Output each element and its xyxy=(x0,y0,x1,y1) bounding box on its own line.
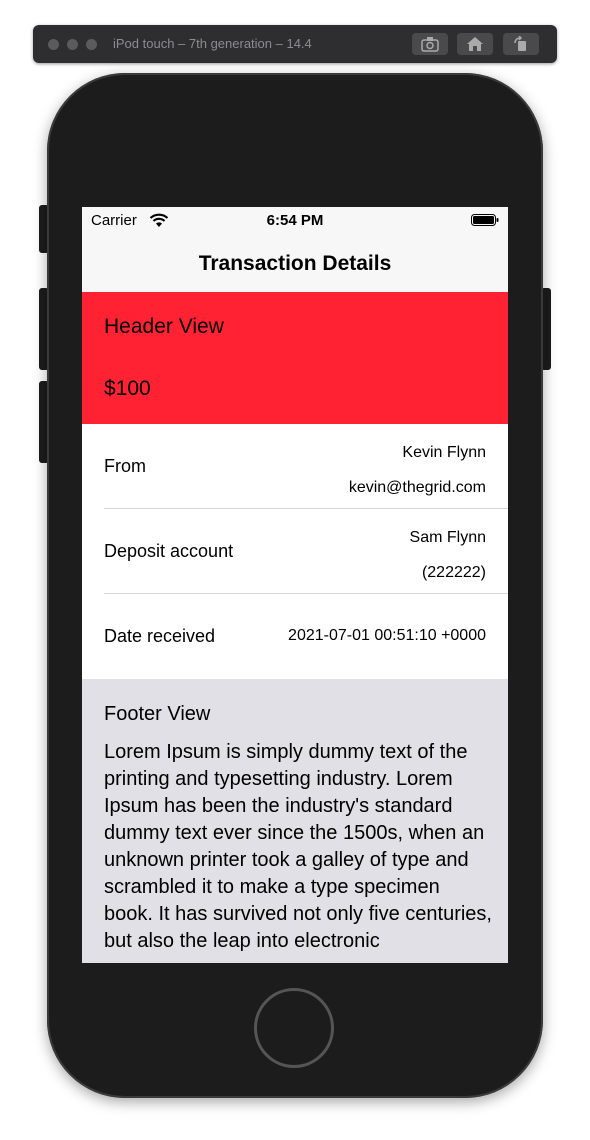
footer-body-text: Lorem Ipsum is simply dummy text of the … xyxy=(104,741,492,952)
header-view: Header View $100 xyxy=(82,292,508,424)
navigation-bar: Transaction Details xyxy=(82,235,508,292)
status-bar: Carrier 6:54 PM xyxy=(82,207,508,235)
row-label: From xyxy=(104,456,146,476)
row-value-name: Kevin Flynn xyxy=(402,444,486,461)
camera-icon xyxy=(421,37,439,52)
row-value-date: 2021-07-01 00:51:10 +0000 xyxy=(288,627,486,644)
footer-view: Footer View Lorem Ipsum is simply dummy … xyxy=(82,679,508,963)
row-label: Deposit account xyxy=(104,541,234,561)
row-from[interactable]: From Kevin Flynn kevin@thegrid.com xyxy=(82,424,508,509)
simulator-title: iPod touch – 7th generation – 14.4 xyxy=(113,36,312,51)
zoom-window-button[interactable] xyxy=(86,39,97,50)
row-value-account: (222222) xyxy=(421,564,486,581)
status-time: 6:54 PM xyxy=(266,212,324,229)
rotate-icon xyxy=(514,36,526,51)
row-date-received[interactable]: Date received 2021-07-01 00:51:10 +0000 xyxy=(82,594,508,679)
row-value-name: Sam Flynn xyxy=(409,529,486,546)
rotate-button[interactable] xyxy=(503,33,539,55)
footer-title: Footer View xyxy=(104,703,211,725)
battery-icon xyxy=(471,214,499,226)
home-button-toolbar[interactable] xyxy=(457,33,493,55)
row-label: Date received xyxy=(104,626,216,646)
close-window-button[interactable] xyxy=(48,39,59,50)
transaction-amount: $100 xyxy=(104,377,151,400)
header-title: Header View xyxy=(104,315,224,338)
screenshot-button[interactable] xyxy=(412,33,448,55)
home-icon xyxy=(467,37,483,51)
details-table: From Kevin Flynn kevin@thegrid.com Depos… xyxy=(82,424,508,679)
row-deposit-account[interactable]: Deposit account Sam Flynn (222222) xyxy=(82,509,508,594)
device-screen: Carrier 6:54 PM Transaction Details Head… xyxy=(82,207,508,963)
device-home-button[interactable] xyxy=(254,988,334,1068)
minimize-window-button[interactable] xyxy=(67,39,78,50)
simulator-title-bar: iPod touch – 7th generation – 14.4 xyxy=(33,25,557,63)
row-value-email: kevin@thegrid.com xyxy=(348,479,486,496)
page-title: Transaction Details xyxy=(198,252,392,275)
